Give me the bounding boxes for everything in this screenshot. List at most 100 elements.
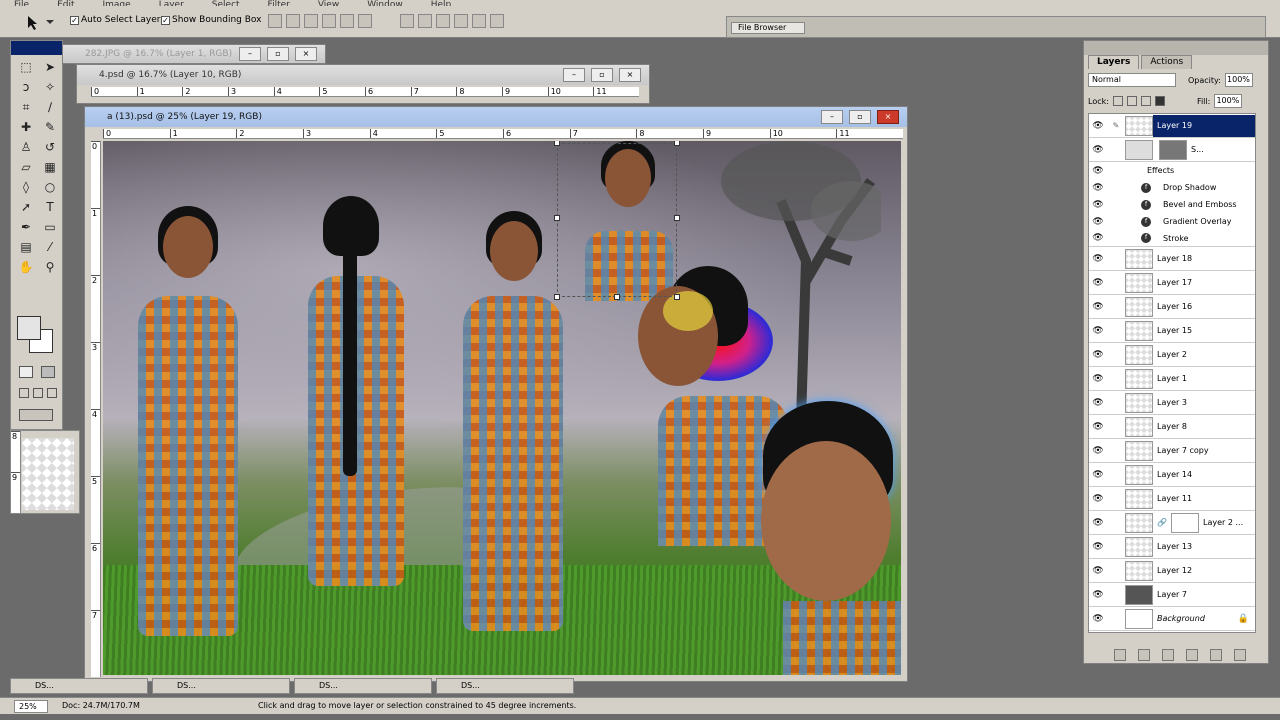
align-top-icon[interactable] (268, 14, 282, 28)
hand-tool-icon[interactable]: ✋ (17, 259, 35, 276)
layer-row[interactable]: 👁 Layer 7 (1089, 583, 1255, 607)
align-center-icon[interactable] (340, 14, 354, 28)
history-brush-icon[interactable]: ↺ (41, 139, 59, 156)
layer-row[interactable]: 👁 Layer 12 (1089, 559, 1255, 583)
layer-row[interactable]: 👁 ✎ Layer 19 (1089, 114, 1255, 138)
eye-icon[interactable]: 👁 (1089, 446, 1107, 456)
align-right-icon[interactable] (358, 14, 372, 28)
jump-to-imageready-icon[interactable] (19, 409, 53, 421)
show-bounding-box-checkbox[interactable]: ✓ Show Bounding Box (161, 15, 261, 25)
layer-row[interactable]: 👁 🔗 Layer 2 ... (1089, 511, 1255, 535)
shape-tool-icon[interactable]: ▭ (41, 219, 59, 236)
slice-tool-icon[interactable]: ∕ (41, 99, 59, 116)
layer-row[interactable]: 👁 Background 🔒 (1089, 607, 1255, 631)
eye-icon[interactable]: 👁 (1089, 422, 1107, 432)
transform-handle[interactable] (554, 141, 560, 146)
layer-row[interactable]: 👁 Layer 13 (1089, 535, 1255, 559)
maximize-button[interactable]: ▫ (591, 68, 613, 82)
tab-layers[interactable]: Layers (1088, 55, 1140, 69)
file-browser-tab[interactable]: File Browser (731, 22, 806, 34)
layer-row[interactable]: 👁 Layer 7 copy (1089, 439, 1255, 463)
layer-row[interactable]: 👁 Layer 15 (1089, 319, 1255, 343)
doc-size[interactable]: Doc: 24.7M/170.7M (62, 698, 140, 714)
eye-icon[interactable]: 👁 (1089, 590, 1107, 600)
minimize-button[interactable]: – (563, 68, 585, 82)
move-tool-icon[interactable] (22, 13, 56, 31)
dodge-tool-icon[interactable]: ○ (41, 179, 59, 196)
lock-all-icon[interactable] (1154, 96, 1165, 106)
eye-icon[interactable]: 👁 (1089, 121, 1107, 131)
document-window-282[interactable]: 282.JPG @ 16.7% (Layer 1, RGB) – ▫ × (62, 44, 326, 64)
minimized-window[interactable]: DS... (10, 678, 148, 694)
pen-tool-icon[interactable]: ✒ (17, 219, 35, 236)
eye-icon[interactable]: 👁 (1089, 302, 1107, 312)
eye-icon[interactable]: 👁 (1089, 254, 1107, 264)
layer-row[interactable]: 👁 Layer 11 (1089, 487, 1255, 511)
adjustment-layer-icon[interactable] (1186, 649, 1198, 661)
trash-icon[interactable] (1234, 649, 1246, 661)
marquee-tool-icon[interactable]: ⬚ (17, 59, 35, 76)
eyedropper-icon[interactable]: ⁄ (41, 239, 59, 256)
brush-tool-icon[interactable]: ✎ (41, 119, 59, 136)
eye-icon[interactable]: 👁 (1089, 374, 1107, 384)
layer-row[interactable]: 👁 Layer 14 (1089, 463, 1255, 487)
effect-row[interactable]: 👁 f Bevel and Emboss (1089, 196, 1255, 213)
transform-handle[interactable] (674, 215, 680, 221)
layer-row[interactable]: 👁 Layer 16 (1089, 295, 1255, 319)
lock-image-icon[interactable] (1126, 96, 1137, 106)
align-bottom-icon[interactable] (304, 14, 318, 28)
distribute-right-icon[interactable] (490, 14, 504, 28)
new-layer-icon[interactable] (1210, 649, 1222, 661)
add-mask-icon[interactable] (1138, 649, 1150, 661)
blend-mode-select[interactable]: Normal (1088, 73, 1176, 87)
auto-select-layer-checkbox[interactable]: ✓ Auto Select Layer (70, 15, 160, 25)
effect-row[interactable]: 👁 f Stroke (1089, 230, 1255, 247)
close-button[interactable]: × (619, 68, 641, 82)
move-tool-icon[interactable]: ➤ (41, 59, 59, 76)
effect-row[interactable]: 👁 f Drop Shadow (1089, 179, 1255, 196)
eye-icon[interactable]: 👁 (1089, 278, 1107, 288)
minimize-button[interactable]: – (821, 110, 843, 124)
transform-handle[interactable] (554, 294, 560, 300)
effect-row[interactable]: 👁 f Gradient Overlay (1089, 213, 1255, 230)
close-button[interactable]: × (295, 47, 317, 61)
screen-mode-full-menu-icon[interactable] (33, 388, 43, 398)
fill-field[interactable]: 100% (1214, 94, 1243, 108)
distribute-left-icon[interactable] (454, 14, 468, 28)
blur-tool-icon[interactable]: ◊ (17, 179, 35, 196)
layer-row[interactable]: 👁 Layer 2 (1089, 343, 1255, 367)
layer-style-icon[interactable] (1114, 649, 1126, 661)
eye-icon[interactable]: 👁 (1089, 350, 1107, 360)
layer-row[interactable]: 👁 Layer 1 (1089, 367, 1255, 391)
crop-tool-icon[interactable]: ⌗ (17, 99, 35, 116)
minimize-button[interactable]: – (239, 47, 261, 61)
distribute-bottom-icon[interactable] (436, 14, 450, 28)
minimized-window[interactable]: DS... (294, 678, 432, 694)
eye-icon[interactable]: 👁 (1089, 200, 1107, 210)
distribute-top-icon[interactable] (400, 14, 414, 28)
layer-row[interactable]: 👁 S... (1089, 138, 1255, 162)
maximize-button[interactable]: ▫ (849, 110, 871, 124)
magic-wand-icon[interactable]: ✧ (41, 79, 59, 96)
document-window-4psd[interactable]: 4.psd @ 16.7% (Layer 10, RGB) – ▫ × 012345… (76, 64, 650, 104)
clone-stamp-icon[interactable]: ♙ (17, 139, 35, 156)
opacity-field[interactable]: 100% (1224, 73, 1253, 87)
new-set-icon[interactable] (1162, 649, 1174, 661)
zoom-tool-icon[interactable]: ⚲ (41, 259, 59, 276)
effects-row[interactable]: 👁 Effects (1089, 162, 1255, 179)
distribute-center-icon[interactable] (472, 14, 486, 28)
transform-handle[interactable] (614, 294, 620, 300)
layer-row[interactable]: 👁 Layer 17 (1089, 271, 1255, 295)
lock-transparency-icon[interactable] (1112, 96, 1123, 106)
eye-icon[interactable]: 👁 (1089, 518, 1107, 528)
layer-row[interactable]: 👁 Layer 3 (1089, 391, 1255, 415)
type-tool-icon[interactable]: T (41, 199, 59, 216)
transform-handle[interactable] (554, 215, 560, 221)
gradient-tool-icon[interactable]: ▦ (41, 159, 59, 176)
palette-title-bar[interactable] (1084, 41, 1268, 55)
layer-row[interactable]: 👁 Layer 8 (1089, 415, 1255, 439)
eye-icon[interactable]: 👁 (1089, 217, 1107, 227)
align-left-icon[interactable] (322, 14, 336, 28)
eye-icon[interactable]: 👁 (1089, 566, 1107, 576)
eye-icon[interactable]: 👁 (1089, 494, 1107, 504)
